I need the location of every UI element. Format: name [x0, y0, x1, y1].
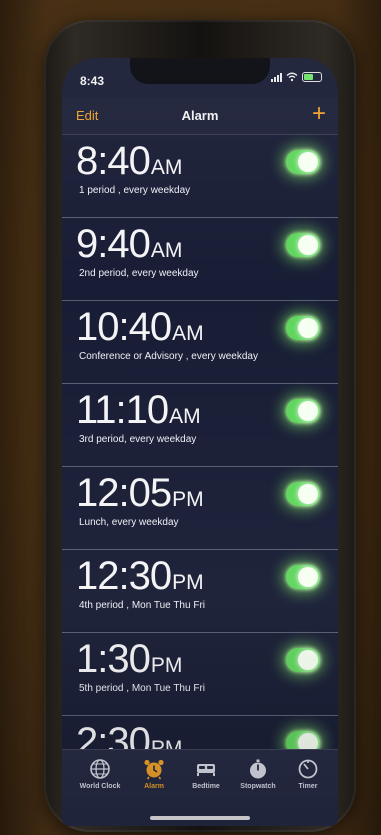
- alarm-time: 8:40AM: [76, 139, 182, 184]
- alarm-time-value: 1:30: [76, 637, 151, 681]
- alarm-toggle[interactable]: [286, 399, 320, 423]
- alarm-toggle[interactable]: [286, 316, 320, 340]
- battery-icon: [302, 72, 322, 82]
- alarm-toggle[interactable]: [286, 150, 320, 174]
- alarm-toggle[interactable]: [286, 565, 320, 589]
- alarm-time: 12:30PM: [76, 554, 204, 599]
- tab-timer[interactable]: Timer: [282, 758, 334, 790]
- tab-label: Bedtime: [192, 783, 220, 790]
- alarm-time-value: 8:40: [76, 139, 151, 183]
- home-indicator: [150, 816, 250, 820]
- alarm-row[interactable]: 1:30PM 5th period , Mon Tue Thu Fri: [62, 633, 338, 716]
- alarm-label: Lunch, every weekday: [79, 517, 179, 528]
- status-time: 8:43: [80, 74, 105, 88]
- alarm-time: 11:10AM: [76, 388, 201, 433]
- status-icons: [271, 72, 322, 82]
- alarm-time-value: 9:40: [76, 222, 151, 266]
- alarm-time-value: 10:40: [76, 305, 172, 349]
- toggle-knob: [298, 235, 318, 255]
- alarm-ampm: AM: [150, 239, 183, 262]
- alarm-time: 9:40AM: [76, 222, 182, 267]
- alarm-label: 1 period , every weekday: [79, 185, 191, 196]
- tab-bar: World Clock Alarm Bedtime Stopwatch Time…: [62, 749, 338, 826]
- alarm-row[interactable]: 10:40AM Conference or Advisory , every w…: [62, 301, 338, 384]
- tab-label: Timer: [298, 783, 318, 790]
- alarm-label: 4th period , Mon Tue Thu Fri: [79, 600, 205, 611]
- alarm-row[interactable]: 9:40AM 2nd period, every weekday: [62, 218, 338, 301]
- timer-icon: [298, 759, 318, 779]
- alarm-toggle[interactable]: [286, 482, 320, 506]
- alarm-ampm: AM: [150, 156, 183, 179]
- phone-screen: 8:43 Edit Alarm + 8:40AM 1 period , ever…: [62, 58, 338, 826]
- toggle-knob: [298, 650, 318, 670]
- tab-stopwatch[interactable]: Stopwatch: [232, 758, 284, 790]
- alarm-label: 2nd period, every weekday: [79, 268, 199, 279]
- add-alarm-button[interactable]: +: [312, 100, 326, 128]
- alarm-row[interactable]: 11:10AM 3rd period, every weekday: [62, 384, 338, 467]
- alarm-toggle[interactable]: [286, 233, 320, 257]
- alarm-ampm: PM: [172, 571, 204, 594]
- alarm-time-value: 12:05: [76, 471, 172, 515]
- tab-world-clock[interactable]: World Clock: [74, 758, 126, 790]
- alarm-time: 12:05PM: [76, 471, 204, 516]
- alarm-time-value: 11:10: [76, 388, 169, 432]
- toggle-knob: [298, 401, 318, 421]
- alarm-label: Conference or Advisory , every weekday: [79, 351, 258, 362]
- signal-icon: [271, 72, 282, 82]
- alarm-ampm: AM: [172, 322, 204, 345]
- globe-icon: [90, 759, 110, 779]
- alarm-time: 10:40AM: [76, 305, 204, 350]
- notch: [130, 58, 270, 84]
- alarm-row[interactable]: 12:30PM 4th period , Mon Tue Thu Fri: [62, 550, 338, 633]
- alarm-ampm: AM: [169, 405, 201, 428]
- alarm-time: 1:30PM: [76, 637, 182, 682]
- bed-icon: [197, 764, 215, 776]
- wifi-icon: [286, 72, 298, 82]
- toggle-knob: [298, 484, 318, 504]
- alarm-clock-icon: [144, 759, 164, 780]
- alarm-ampm: PM: [172, 488, 204, 511]
- tab-label: Stopwatch: [240, 783, 276, 790]
- alarm-row[interactable]: 8:40AM 1 period , every weekday: [62, 135, 338, 218]
- tab-label: Alarm: [144, 783, 164, 790]
- alarm-toggle[interactable]: [286, 648, 320, 672]
- tab-bedtime[interactable]: Bedtime: [180, 758, 232, 790]
- tab-alarm[interactable]: Alarm: [128, 758, 180, 790]
- nav-bar: Edit Alarm +: [62, 98, 338, 135]
- alarm-label: 3rd period, every weekday: [79, 434, 197, 445]
- toggle-knob: [298, 318, 318, 338]
- alarm-label: 5th period , Mon Tue Thu Fri: [79, 683, 205, 694]
- toggle-knob: [298, 567, 318, 587]
- page-title: Alarm: [181, 108, 219, 123]
- toggle-knob: [298, 152, 318, 172]
- alarm-row[interactable]: 12:05PM Lunch, every weekday: [62, 467, 338, 550]
- alarm-ampm: PM: [150, 654, 183, 677]
- stopwatch-icon: [250, 759, 266, 779]
- tab-label: World Clock: [79, 783, 121, 790]
- alarm-time-value: 12:30: [76, 554, 172, 598]
